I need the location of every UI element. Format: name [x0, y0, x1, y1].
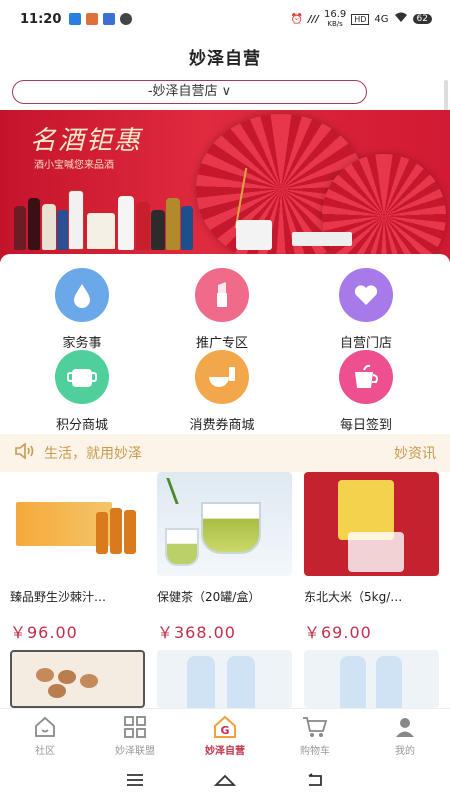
notice-text: 生活，就用妙泽: [44, 446, 142, 462]
battery-icon: 62: [412, 14, 432, 24]
message-icon: [120, 13, 133, 25]
cup-icon: [55, 350, 109, 404]
grid-icon: [122, 715, 148, 739]
signal-brand-icon: ///: [308, 13, 319, 25]
svg-text:G: G: [220, 724, 229, 737]
tab-mine[interactable]: 我的: [360, 709, 450, 762]
heart-icon: [339, 268, 393, 322]
hd-icon: HD: [351, 13, 370, 25]
product-name: 保健茶（20罐/盒）: [157, 590, 261, 604]
system-nav-bar: [0, 762, 450, 800]
banner-subtitle: 酒小宝喊您来品酒: [34, 160, 114, 171]
product-image: [157, 472, 292, 576]
home-nav-icon[interactable]: [213, 772, 237, 791]
notification-icon: [86, 13, 99, 25]
bottle-image: [136, 202, 150, 250]
product-image: [304, 472, 439, 576]
store-icon: G: [212, 715, 238, 739]
alarm-icon: ⏰: [290, 13, 303, 25]
product-image[interactable]: [10, 650, 145, 708]
category-housework[interactable]: 家务事: [22, 268, 142, 351]
product-price: ￥69.00: [304, 623, 372, 642]
bottle-image: [166, 198, 180, 250]
tab-label: 社区: [35, 746, 55, 757]
category-label: 积分商城: [55, 418, 108, 433]
category-daily-checkin[interactable]: 每日签到: [306, 350, 426, 433]
bottle-image: [151, 210, 165, 250]
promo-banner[interactable]: 名酒钜惠 酒小宝喊您来品酒: [0, 110, 450, 262]
bottle-image: [118, 196, 134, 250]
home-icon: [32, 715, 58, 739]
water-drop-icon: [55, 268, 109, 322]
product-image[interactable]: [157, 650, 292, 708]
tab-label: 妙泽联盟: [115, 746, 155, 757]
checkin-cup-icon: [339, 350, 393, 404]
bottle-image: [86, 212, 116, 250]
product-card[interactable]: 保健茶（20罐/盒） ￥368.00: [157, 472, 292, 643]
store-selector[interactable]: -妙泽自营店 ∨: [12, 80, 367, 104]
bottle-image: [181, 206, 193, 250]
tab-label: 我的: [395, 746, 415, 757]
bottle-image: [28, 198, 40, 250]
bottle-image: [14, 206, 26, 250]
signal-label: 4G: [374, 13, 389, 25]
product-name: 臻品野生沙棘汁…: [10, 590, 107, 604]
page-title: 妙泽自营: [189, 49, 261, 69]
notification-icon: [103, 13, 116, 25]
category-label: 推广专区: [195, 336, 248, 351]
network-speed: 16.9 KB/s: [323, 8, 347, 28]
product-card[interactable]: 臻品野生沙棘汁… ￥96.00: [10, 472, 145, 643]
category-label: 消费券商城: [189, 418, 255, 433]
product-card[interactable]: 东北大米（5kg/… ￥69.00: [304, 472, 439, 643]
wifi-icon: [394, 12, 408, 26]
cart-icon: [302, 715, 328, 739]
category-label: 每日签到: [339, 418, 392, 433]
display-stand: [292, 232, 352, 246]
product-price: ￥368.00: [157, 623, 236, 642]
tab-alliance[interactable]: 妙泽联盟: [90, 709, 180, 762]
notice-bar[interactable]: 生活，就用妙泽 妙资讯: [0, 434, 450, 472]
category-own-store[interactable]: 自营门店: [306, 268, 426, 351]
tab-community[interactable]: 社区: [0, 709, 90, 762]
category-label: 自营门店: [339, 336, 392, 351]
speaker-icon: [14, 442, 36, 464]
bottom-tab-bar: 社区 妙泽联盟 G 妙泽自营 购物车 我的: [0, 708, 450, 762]
tab-self-operated[interactable]: G 妙泽自营: [180, 709, 270, 762]
status-time: 11:20: [20, 11, 62, 27]
tab-label: 妙泽自营: [205, 746, 245, 757]
category-panel: 家务事 推广专区 自营门店 积分商城 消费券商城 每日签到: [0, 254, 450, 434]
bowl-icon: [195, 350, 249, 404]
tab-cart[interactable]: 购物车: [270, 709, 360, 762]
display-stand: [236, 220, 272, 250]
category-coupon-mall[interactable]: 消费券商城: [162, 350, 282, 433]
product-image: [10, 472, 145, 576]
bottle-image: [42, 204, 56, 250]
user-icon: [392, 715, 418, 739]
menu-icon[interactable]: [125, 772, 145, 791]
news-link[interactable]: 妙资讯: [394, 443, 436, 463]
back-icon[interactable]: [305, 772, 325, 791]
category-promotion[interactable]: 推广专区: [162, 268, 282, 351]
product-name: 东北大米（5kg/…: [304, 590, 403, 604]
category-points-mall[interactable]: 积分商城: [22, 350, 142, 433]
banner-title: 名酒钜惠: [30, 126, 143, 156]
bottle-image: [68, 190, 84, 250]
lipstick-icon: [195, 268, 249, 322]
notification-icon: [69, 13, 82, 25]
product-image[interactable]: [304, 650, 439, 708]
tab-label: 购物车: [300, 746, 330, 757]
category-label: 家务事: [62, 336, 102, 351]
product-price: ￥96.00: [10, 623, 78, 642]
status-bar: 11:20 ⏰ /// 16.9 KB/s HD 4G 62: [0, 0, 450, 38]
